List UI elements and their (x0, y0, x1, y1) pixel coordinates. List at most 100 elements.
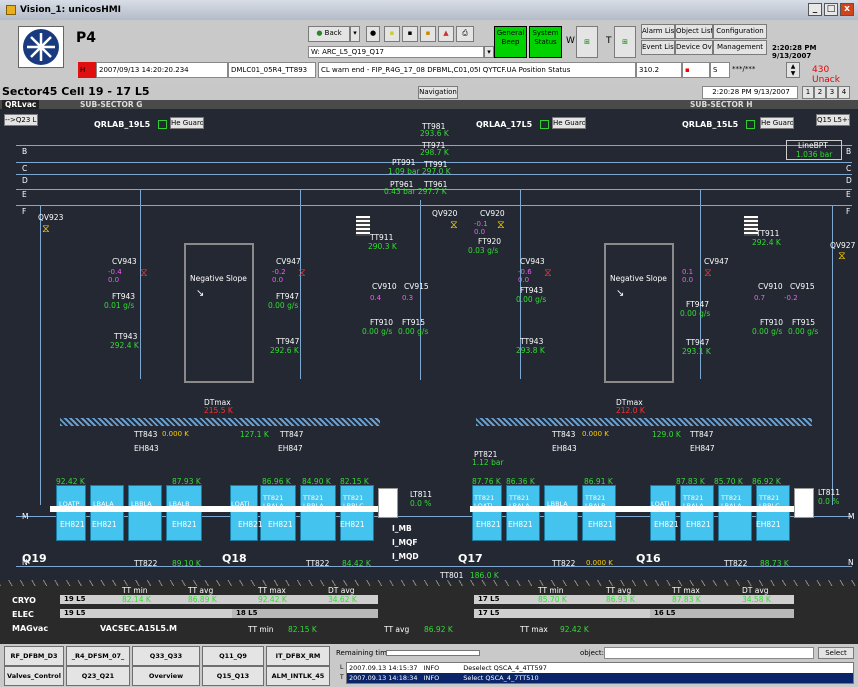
left-cv943-valve-icon[interactable]: ⧖ (140, 266, 148, 280)
he-guard-button-2[interactable]: He Guard (552, 117, 586, 129)
right-negative-slope-box (604, 243, 674, 383)
elec-19-bar[interactable]: 19 L5 (60, 609, 232, 618)
event-message: Deselect QSCA_4_4TT597 (463, 664, 547, 672)
alarm-unack[interactable]: 430 Unack (812, 65, 858, 85)
system-status-button[interactable]: System Status (529, 26, 562, 58)
nav-r4-dfsm-07[interactable]: _R4_DFSM_07_ (66, 646, 130, 666)
path-dropdown[interactable]: ▾ (484, 46, 494, 58)
prev-sector-button[interactable]: -->Q23 L5 (4, 114, 38, 126)
alarm-spinner[interactable]: ▲ ▼ (786, 62, 800, 78)
left-tt943-value: 292.4 K (110, 341, 139, 350)
magnet-lbala-l2[interactable]: TT821 LBALA (260, 485, 296, 541)
general-beep-button[interactable]: General Beep (494, 26, 527, 58)
magnet-lqatl-r[interactable]: TT821 LQATL (472, 485, 502, 541)
magnet-lbbla-r1[interactable]: LBBLA (544, 485, 578, 541)
tt822-right-value-2: 88.73 K (760, 559, 789, 568)
object-input[interactable] (604, 647, 814, 659)
magnet-lbala-r3[interactable]: TT821 LBALA (718, 485, 752, 541)
event-row-2[interactable]: 2007.09.13 14:18:34 INFO Select QSCA_4_7… (347, 673, 853, 683)
device-ov-button[interactable]: Device Ov. (675, 40, 713, 55)
magnet-lqati-r[interactable]: LQATI (650, 485, 676, 541)
magnet-lbala-r1[interactable]: TT821 LBALA (506, 485, 540, 541)
left-cv947-valve-icon[interactable]: ⧖ (298, 266, 306, 280)
left-ft915-value: 0.00 g/s (398, 327, 429, 336)
management-button[interactable]: Management (713, 40, 767, 55)
maximize-button[interactable]: □ (824, 3, 838, 16)
nav-alm-intlk-45[interactable]: ALM_INTLK_45 (266, 666, 330, 686)
alarm-list-button[interactable]: Alarm List (641, 24, 675, 39)
left-ft910-label: FT910 (370, 318, 394, 327)
event-row-1[interactable]: 2007.09.13 14:15:37 INFO Deselect QSCA_4… (347, 663, 853, 673)
magnet-lbbla-l2[interactable]: TT821 LBBLA (300, 485, 336, 541)
close-button[interactable]: x (840, 3, 854, 16)
left-eh847-label: EH847 (278, 444, 303, 453)
magnet-lbalb-l1[interactable]: LBALB (166, 485, 202, 541)
alarm-row[interactable]: H 2007/09/13 14:20:20.234 DMLC01_05R4_TT… (68, 62, 858, 85)
pt961-value: 0.43 bar 297.7 K (384, 187, 447, 196)
tt822-left-value-2: 84.42 K (342, 559, 371, 568)
navigation-button[interactable]: Navigation (418, 86, 458, 99)
page-4-button[interactable]: 4 (838, 86, 850, 99)
nav-q33-q33[interactable]: Q33_Q33 (132, 646, 200, 666)
magnet-lbbla-l1[interactable]: LBBLA (128, 485, 162, 541)
doc-icon[interactable]: ▪ (384, 26, 400, 42)
magnet-lbblc-l2[interactable]: TT821 LBBLC (340, 485, 374, 541)
elec-16-bar[interactable]: 16 L5 (650, 609, 794, 618)
event-list-button[interactable]: Event List (641, 40, 675, 55)
he-guard-button-1[interactable]: He Guard (170, 117, 204, 129)
qv923-valve-icon[interactable]: ⧖ (42, 222, 50, 236)
magnet-lbala-l1[interactable]: LBALA (90, 485, 124, 541)
page-1-button[interactable]: 1 (802, 86, 814, 99)
he-guard-button-3[interactable]: He Guard (760, 117, 794, 129)
printer-icon[interactable]: ⎙ (456, 26, 474, 42)
event-log[interactable]: 2007.09.13 14:15:37 INFO Deselect QSCA_4… (346, 662, 854, 684)
nav-overview[interactable]: Overview (132, 666, 200, 686)
tt981-value: 293.6 K (420, 129, 449, 138)
magnet-lqatp[interactable]: LQATP (56, 485, 86, 541)
nav-q15-q13[interactable]: Q15_Q13 (202, 666, 264, 686)
next-sector-button[interactable]: Q15 L5+- (816, 114, 850, 126)
object-list-button[interactable]: Object List (675, 24, 713, 39)
eh821-left-2: EH821 (92, 520, 117, 529)
elec-18-bar[interactable]: 18 L5 (232, 609, 378, 618)
nav-rf-dfbm-d3[interactable]: RF_DFBM_D3 (4, 646, 64, 666)
nav-it-dfbx-rm[interactable]: IT_DFBX_RM (266, 646, 330, 666)
sum-l-ttavg-head: TT avg (188, 586, 214, 595)
left-tt911-label: TT911 (370, 233, 394, 242)
nav-valves-control[interactable]: Valves_Control (4, 666, 64, 686)
right-cv943-valve-icon[interactable]: ⧖ (544, 266, 552, 280)
page-3-button[interactable]: 3 (826, 86, 838, 99)
forward-icon[interactable]: ● (366, 26, 380, 42)
configuration-button[interactable]: Configuration (713, 24, 767, 39)
cv920-valve-icon[interactable]: ⧖ (497, 218, 505, 232)
nav-q11-q9[interactable]: Q11_Q9 (202, 646, 264, 666)
chart-icon[interactable]: ▲ (438, 26, 454, 42)
right-cv947-valve-icon[interactable]: ⧖ (704, 266, 712, 280)
left-heat-exchanger (60, 418, 380, 426)
nav-q23-q21[interactable]: Q23_Q21 (66, 666, 130, 686)
back-button[interactable]: ● Back (308, 26, 350, 42)
magnet-lbblc-r[interactable]: TT821 LBBLC (756, 485, 790, 541)
guard-check-2[interactable] (540, 120, 549, 129)
folder-icon[interactable]: ▪ (420, 26, 436, 42)
back-dropdown[interactable]: ▾ (350, 26, 360, 42)
tree-t-icon[interactable]: ⊞ (614, 26, 636, 58)
path-field[interactable]: W: ARC_L5_Q19_Q17 (308, 46, 484, 58)
qv927-valve-icon[interactable]: ⧖ (838, 249, 846, 263)
sum-r-dtavg-head: DT avg (742, 586, 769, 595)
ft920-value: 0.03 g/s (468, 246, 499, 255)
minimize-button[interactable]: _ (808, 3, 822, 16)
guard-check-1[interactable] (158, 120, 167, 129)
elec-17-bar[interactable]: 17 L5 (474, 609, 650, 618)
select-button[interactable]: Select (818, 647, 854, 659)
magnet-lbalb-r1[interactable]: TT821 LBALB (582, 485, 616, 541)
right-cv947-label: CV947 (704, 257, 729, 266)
magnet-lqati-l1[interactable]: LQATI (230, 485, 258, 541)
tree-w-icon[interactable]: ⊞ (576, 26, 598, 58)
qv920-valve-icon[interactable]: ⧖ (450, 218, 458, 232)
magnet-lbala-r2[interactable]: TT821 LBALA (680, 485, 714, 541)
print-icon[interactable]: ▪ (402, 26, 418, 42)
page-2-button[interactable]: 2 (814, 86, 826, 99)
sum-r-ttavg-head: TT avg (606, 586, 632, 595)
guard-check-3[interactable] (746, 120, 755, 129)
